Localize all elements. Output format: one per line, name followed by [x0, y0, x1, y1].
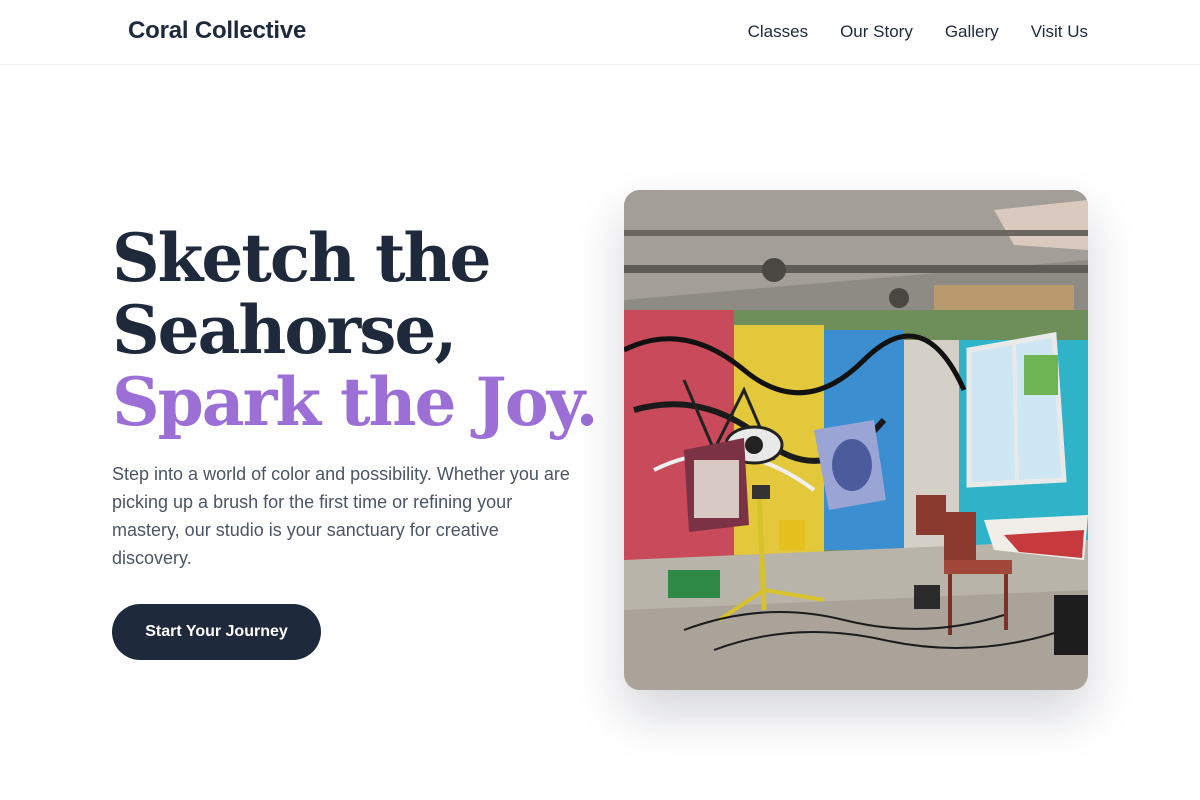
site-header: Coral Collective Classes Our Story Galle… — [0, 0, 1200, 65]
nav-link-classes[interactable]: Classes — [748, 22, 808, 42]
brand-logo[interactable]: Coral Collective — [128, 17, 306, 45]
start-journey-button[interactable]: Start Your Journey — [112, 604, 321, 660]
hero-headline: Sketch the Seahorse, Spark the Joy. — [112, 219, 599, 441]
headline-line-1: Sketch the — [112, 219, 491, 297]
studio-photo-illustration — [624, 190, 1088, 690]
main-nav: Classes Our Story Gallery Visit Us — [748, 22, 1088, 42]
studio-photo — [624, 190, 1088, 690]
hero-text: Sketch the Seahorse, Spark the Joy. Step… — [112, 219, 599, 572]
headline-line-2: Seahorse, — [112, 291, 457, 369]
headline-accent: Spark the Joy. — [112, 363, 599, 441]
nav-link-gallery[interactable]: Gallery — [945, 22, 999, 42]
hero-description: Step into a world of color and possibili… — [112, 464, 570, 568]
nav-link-visit-us[interactable]: Visit Us — [1031, 22, 1088, 42]
nav-link-our-story[interactable]: Our Story — [840, 22, 913, 42]
